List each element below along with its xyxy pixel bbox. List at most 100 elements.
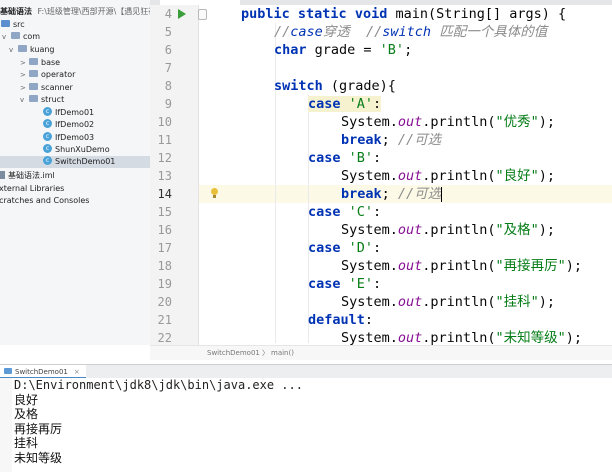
tree-item-ifdemo03[interactable]: c IfDemo03 [43, 132, 94, 144]
code-line-13: System.out.println("良好"); [341, 167, 555, 185]
tree-item-label: IfDemo02 [55, 120, 95, 129]
code-text: : [373, 276, 382, 292]
tree-item-label: base [41, 58, 61, 67]
code-text: System. [341, 258, 398, 274]
code-text: (grade){ [322, 78, 396, 94]
code-line-20: System.out.println("挂科"); [341, 293, 555, 311]
line-number: 9 [164, 97, 172, 111]
chevron-down-icon[interactable]: v [9, 44, 18, 56]
tree-item-operator[interactable]: > operator [20, 69, 75, 81]
tree-item-scratches[interactable]: Scratches and Consoles [0, 195, 89, 207]
console-output-line: 及格 [14, 407, 39, 421]
tree-item-ifdemo01[interactable]: c IfDemo01 [43, 107, 94, 119]
chevron-down-icon[interactable]: v [20, 94, 29, 106]
chevron-right-icon[interactable]: > [20, 57, 29, 69]
keyword: static [297, 6, 347, 22]
lightbulb-base [213, 195, 216, 198]
keyword: case [308, 150, 341, 166]
lightbulb-icon[interactable] [211, 188, 218, 195]
breadcrumb-separator: 〉 [262, 349, 269, 357]
keyword: case [308, 96, 341, 112]
tree-item-label: operator [41, 70, 76, 79]
tree-item-switchdemo01[interactable]: c SwitchDemo01 [43, 156, 115, 168]
java-class-icon: c [43, 107, 52, 116]
bookmark-icon[interactable] [198, 9, 207, 20]
tree-item-label: com [23, 32, 41, 41]
tree-item-com[interactable]: v com [2, 31, 40, 43]
tree-root-path: F:\班级管理\西部开源\【遇见狂神说】\JavaSE\基础 [37, 7, 150, 16]
code-line-16: System.out.println("及格"); [341, 221, 555, 239]
tree-item-shunxudemo[interactable]: c ShunXuDemo [43, 144, 110, 156]
console-output-line: 良好 [14, 392, 39, 407]
line-number: 8 [164, 79, 172, 93]
tree-item-struct[interactable]: v struct [20, 94, 64, 106]
tree-item-label: External Libraries [0, 184, 65, 193]
code-line-14: break; //可选 [341, 185, 443, 203]
run-console[interactable]: D:\Environment\jdk8\jdk\bin\java.exe ...… [0, 378, 612, 472]
keyword: break [341, 186, 382, 202]
breadcrumb-method[interactable]: main() [271, 346, 294, 360]
package-icon [29, 58, 38, 65]
gutter-divider [198, 5, 199, 345]
chevron-right-icon[interactable]: > [20, 82, 29, 94]
tree-item-label: ShunXuDemo [55, 145, 110, 154]
chevron-right-icon[interactable]: > [20, 69, 29, 81]
close-icon[interactable]: × [74, 368, 80, 376]
keyword: public [241, 6, 290, 22]
code-editor[interactable]: 4 5 6 7 8 9 10 11 12 13 14 15 16 17 18 1… [150, 5, 612, 345]
code-text: .println( [422, 168, 496, 184]
java-class-icon: c [43, 156, 52, 165]
tree-item-external-libraries[interactable]: External Libraries [0, 183, 64, 195]
line-number: 20 [157, 295, 172, 309]
line-number: 15 [157, 205, 172, 219]
package-icon [11, 32, 20, 39]
string-literal: "再接再厉" [495, 258, 566, 274]
line-number: 19 [157, 277, 172, 291]
console-command-line: D:\Environment\jdk8\jdk\bin\java.exe ... [14, 378, 303, 392]
java-class-icon: c [43, 119, 52, 128]
project-tree: 基础语法 F:\班级管理\西部开源\【遇见狂神说】\JavaSE\基础 src … [0, 0, 151, 345]
code-text: main(String[] args) { [387, 6, 567, 22]
line-number: 5 [164, 25, 172, 39]
tree-root-row[interactable]: 基础语法 F:\班级管理\西部开源\【遇见狂神说】\JavaSE\基础 [0, 6, 150, 18]
line-number: 13 [157, 169, 172, 183]
chevron-down-icon[interactable]: v [2, 31, 11, 43]
comment: //可选 [397, 132, 442, 148]
code-line-12: case 'B': [308, 149, 381, 167]
breadcrumb-class[interactable]: SwitchDemo01 [207, 346, 260, 360]
tree-item-label: Scratches and Consoles [0, 196, 90, 205]
application-icon [4, 368, 12, 374]
code-line-17: case 'D': [308, 239, 381, 257]
run-tab[interactable]: SwitchDemo01 × [0, 365, 86, 379]
tree-item-iml[interactable]: 基础语法.iml [0, 170, 55, 182]
line-number: 22 [157, 331, 172, 345]
run-panel-header: SwitchDemo01 × [0, 364, 612, 379]
comment-keyword: switch [382, 24, 432, 40]
keyword: switch [274, 78, 323, 94]
code-text: : [373, 150, 382, 166]
tree-item-ifdemo02[interactable]: c IfDemo02 [43, 119, 94, 131]
comment: 穿透 // [322, 24, 383, 40]
code-text: .println( [422, 294, 496, 310]
code-line-6: char grade = 'B'; [274, 41, 412, 59]
code-line-11: break; //可选 [341, 131, 441, 149]
java-class-icon: c [43, 132, 52, 141]
line-number: 17 [157, 241, 172, 255]
tree-item-src[interactable]: src [1, 19, 25, 31]
code-line-15: case 'C': [308, 203, 381, 221]
run-icon[interactable] [178, 9, 186, 19]
comment-keyword: case [290, 24, 323, 40]
code-text: ; [381, 186, 390, 202]
text-caret [441, 186, 443, 202]
line-number: 4 [164, 7, 172, 21]
code-line-22: System.out.println("未知等级"); [341, 329, 582, 345]
line-number: 21 [157, 313, 172, 327]
tree-item-base[interactable]: > base [20, 57, 60, 69]
tree-item-kuang[interactable]: v kuang [9, 44, 55, 56]
code-text: ); [538, 168, 555, 184]
tree-item-scanner[interactable]: > scanner [20, 82, 73, 94]
